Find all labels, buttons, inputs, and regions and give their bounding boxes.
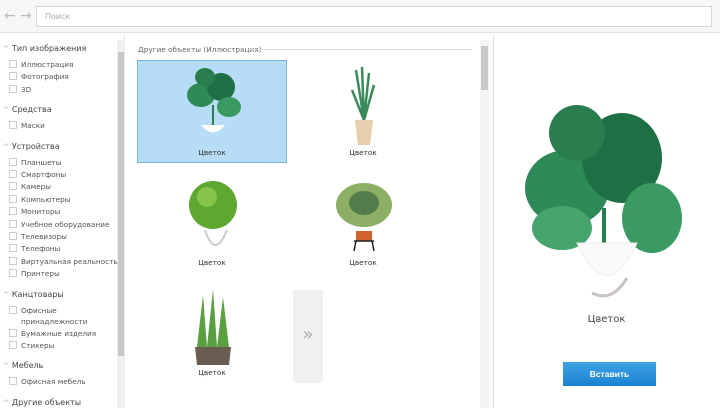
monstera-icon [187, 68, 241, 133]
results-scroll-thumb[interactable] [481, 46, 488, 90]
filter-checkbox[interactable]: Иллюстрация [9, 59, 73, 70]
filter-checkbox[interactable]: Планшеты [9, 157, 62, 168]
filter-section-title[interactable]: Другие объекты [3, 398, 81, 407]
filter-checkbox[interactable]: 3D [9, 84, 31, 95]
filter-checkbox[interactable]: Фотография [9, 71, 69, 82]
tile-label: Цветок [198, 368, 226, 377]
insert-button[interactable]: Вставить [563, 362, 656, 386]
checkbox-icon[interactable] [9, 60, 17, 68]
filter-label: Смартфоны [21, 170, 67, 179]
tile-snake-plant[interactable]: Цветок [288, 60, 438, 163]
filter-label: Компьютеры [21, 194, 71, 204]
checkbox-icon[interactable] [9, 194, 17, 203]
tile-label: Цветок [198, 148, 226, 157]
filter-label: 3D [21, 84, 32, 94]
tile-label: Цветок [349, 258, 377, 267]
search-input[interactable]: Поиск [36, 6, 712, 27]
divider [250, 49, 472, 50]
preview-name: Цветок [587, 314, 626, 325]
forward-arrow-icon[interactable]: → [20, 8, 32, 24]
toolbar: ← → Поиск [0, 0, 720, 33]
filter-checkbox[interactable]: Телевизоры [9, 231, 67, 242]
filter-checkbox[interactable]: Виртуальная реальность [9, 256, 118, 267]
filter-section-title[interactable]: Тип изображения [3, 44, 87, 53]
checkbox-icon[interactable] [9, 256, 17, 265]
tile-label: Цветок [198, 258, 226, 267]
checkbox-icon[interactable] [9, 269, 17, 278]
checkbox-icon[interactable] [9, 377, 17, 386]
checkbox-icon[interactable] [9, 328, 17, 337]
checkbox-icon[interactable] [9, 84, 17, 93]
tile-hanging-plant[interactable]: Цветок [288, 170, 438, 273]
sidebar-scroll-thumb[interactable] [118, 52, 124, 356]
checkbox-icon[interactable] [9, 72, 17, 81]
filter-checkbox[interactable]: Офисные принадлежности [9, 305, 111, 327]
tile-grass-plant[interactable]: Цветок [137, 280, 287, 383]
filter-section-title[interactable]: Мебель [3, 361, 44, 370]
bush-plant-icon [189, 181, 237, 246]
tile-monstera[interactable]: Цветок [137, 60, 287, 163]
group-title: Другие объекты (Иллюстрация) [138, 45, 262, 54]
filter-label: Телефоны [21, 244, 61, 254]
filter-label: Принтеры [21, 269, 60, 279]
tile-label: Цветок [349, 148, 377, 157]
filter-section-title[interactable]: Канцтовары [3, 290, 64, 299]
filter-label: Планшеты [21, 157, 62, 167]
preview-panel [493, 36, 720, 408]
checkbox-icon[interactable] [9, 219, 17, 228]
filter-label: Бумажные изделия [21, 328, 97, 338]
filter-label: Фотография [21, 72, 69, 82]
snake-plant-icon [350, 66, 376, 145]
load-more-button[interactable]: » [293, 290, 323, 383]
filter-checkbox[interactable]: Телефоны [9, 243, 60, 254]
filter-label: Стикеры [21, 341, 55, 350]
grass-plant-icon [195, 289, 231, 365]
filter-checkbox[interactable]: Смартфоны [9, 169, 66, 180]
filter-checkbox[interactable]: Стикеры [9, 340, 54, 351]
checkbox-icon[interactable] [9, 305, 17, 314]
filter-label: Иллюстрация [21, 60, 74, 69]
checkbox-icon[interactable] [9, 207, 17, 216]
filter-label: Офисные принадлежности [21, 305, 88, 326]
filter-checkbox[interactable]: Учебное оборудование [9, 219, 109, 230]
monstera-preview-image [525, 105, 682, 298]
checkbox-icon[interactable] [9, 244, 17, 253]
filter-section-title[interactable]: Средства [3, 105, 52, 114]
filter-checkbox[interactable]: Маски [9, 120, 45, 131]
checkbox-icon[interactable] [9, 182, 17, 191]
filter-label: Мониторы [21, 207, 61, 217]
checkbox-icon[interactable] [9, 157, 17, 166]
filter-label: Виртуальная реальность [21, 256, 118, 266]
filter-label: Маски [21, 121, 45, 131]
filter-checkbox[interactable]: Мониторы [9, 206, 60, 217]
filter-section-title[interactable]: Устройства [3, 142, 60, 151]
tile-bush[interactable]: Цветок [137, 170, 287, 273]
filter-label: Камеры [21, 182, 52, 192]
back-arrow-icon[interactable]: ← [4, 8, 16, 24]
filter-checkbox[interactable]: Принтеры [9, 268, 60, 279]
filter-checkbox[interactable]: Офисная мебель [9, 376, 86, 387]
checkbox-icon[interactable] [9, 232, 17, 240]
filter-label: Учебное оборудование [21, 219, 110, 229]
checkbox-icon[interactable] [9, 121, 17, 130]
filter-label: Телевизоры [21, 232, 67, 241]
results-scrollbar[interactable] [480, 40, 489, 408]
checkbox-icon[interactable] [9, 170, 17, 178]
potted-plant-stand-icon [336, 183, 392, 252]
filter-checkbox[interactable]: Компьютеры [9, 194, 71, 205]
filter-label: Офисная мебель [21, 377, 86, 387]
checkbox-icon[interactable] [9, 341, 17, 349]
filter-checkbox[interactable]: Бумажные изделия [9, 328, 96, 339]
filter-checkbox[interactable]: Камеры [9, 181, 51, 192]
